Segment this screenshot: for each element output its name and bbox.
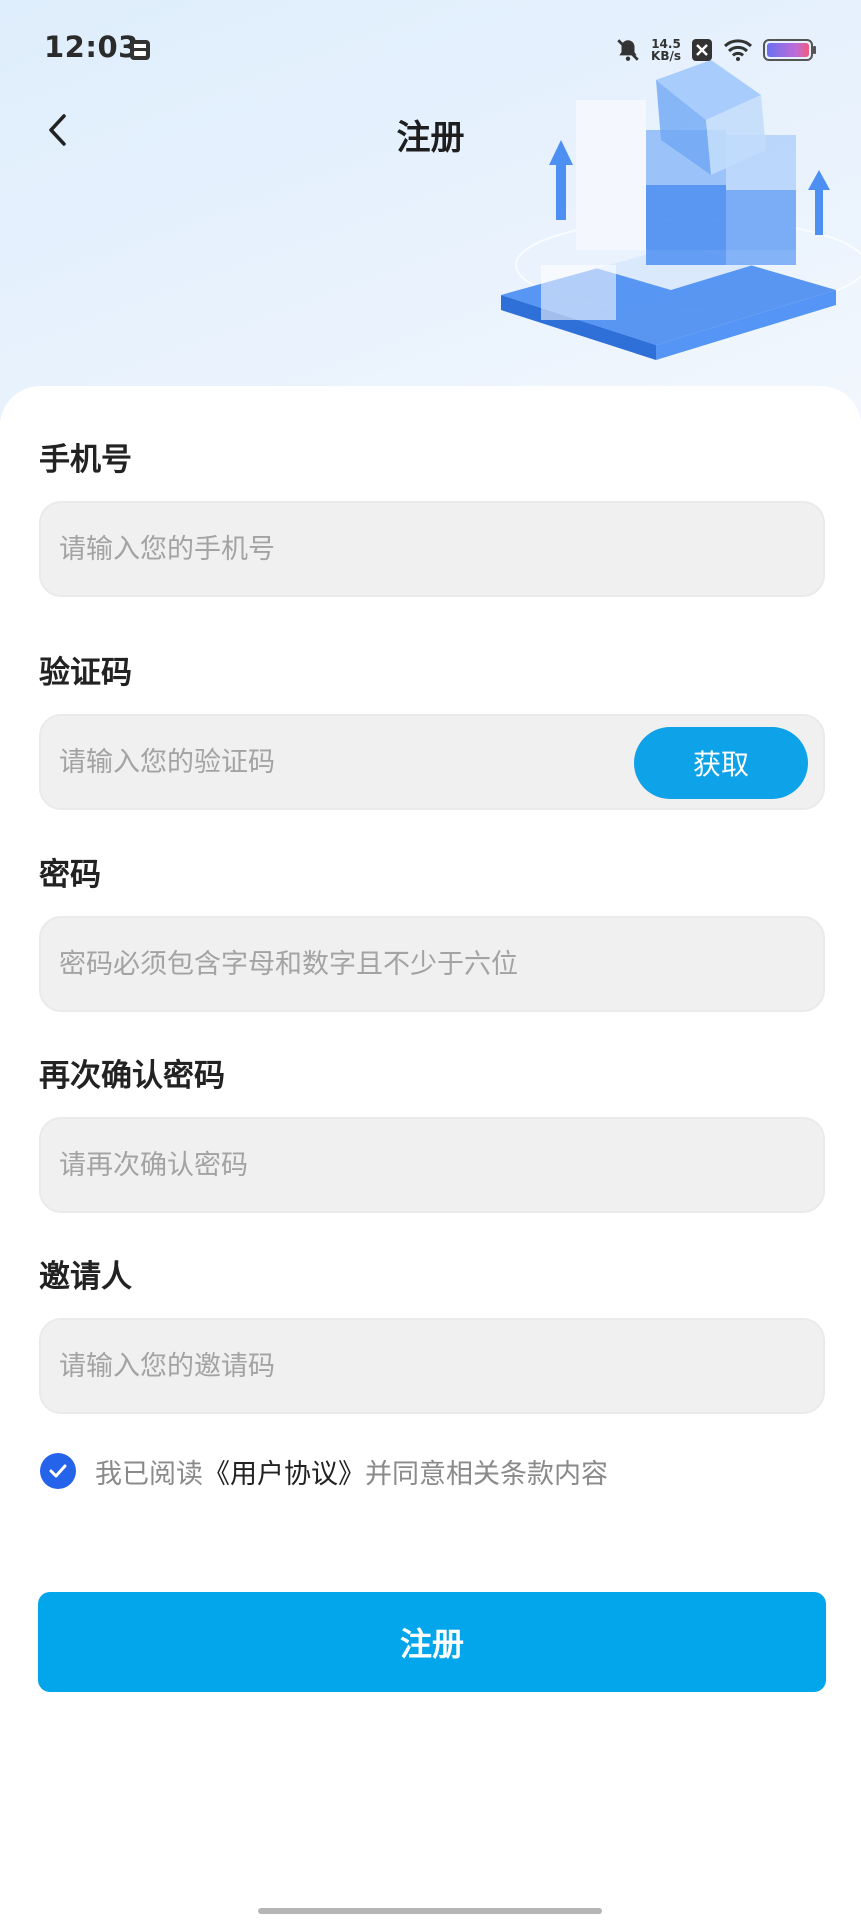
wifi-icon xyxy=(723,39,753,61)
code-label: 验证码 xyxy=(39,655,132,691)
agreement-row: 我已阅读《用户协议》并同意相关条款内容 xyxy=(40,1450,608,1492)
register-button[interactable]: 注册 xyxy=(38,1592,826,1692)
network-speed: 14.5 KB/s xyxy=(651,38,681,62)
status-bar: 12:03 14.5 KB/s xyxy=(0,0,861,100)
confirm-password-field xyxy=(39,1117,825,1213)
password-label: 密码 xyxy=(39,857,101,893)
code-input[interactable] xyxy=(41,716,631,808)
sim-off-icon xyxy=(692,39,712,61)
status-icons: 14.5 KB/s xyxy=(615,32,817,68)
battery-icon xyxy=(763,39,816,61)
agreement-text: 我已阅读《用户协议》并同意相关条款内容 xyxy=(95,1452,608,1491)
agreement-suffix: 并同意相关条款内容 xyxy=(365,1458,608,1490)
phone-input[interactable] xyxy=(41,503,823,595)
home-indicator[interactable] xyxy=(258,1908,602,1914)
storage-icon xyxy=(130,40,150,60)
phone-field xyxy=(39,501,825,597)
inviter-input[interactable] xyxy=(41,1320,823,1412)
confirm-password-input[interactable] xyxy=(41,1119,823,1211)
chevron-left-icon xyxy=(49,114,66,146)
phone-label: 手机号 xyxy=(39,442,132,478)
back-button[interactable] xyxy=(36,108,80,152)
inviter-field xyxy=(39,1318,825,1414)
get-code-button[interactable]: 获取 xyxy=(634,727,808,799)
password-input[interactable] xyxy=(41,918,823,1010)
status-time: 12:03 xyxy=(44,30,139,64)
password-field xyxy=(39,916,825,1012)
code-field: 获取 xyxy=(39,714,825,810)
agreement-prefix: 我已阅读 xyxy=(95,1458,203,1490)
mute-icon xyxy=(617,39,639,61)
speed-unit: KB/s xyxy=(651,49,681,63)
inviter-label: 邀请人 xyxy=(39,1259,132,1295)
agreement-checkbox[interactable] xyxy=(40,1453,76,1489)
check-icon xyxy=(49,1464,67,1478)
confirm-password-label: 再次确认密码 xyxy=(39,1058,225,1094)
user-agreement-link[interactable]: 《用户协议》 xyxy=(203,1459,365,1490)
